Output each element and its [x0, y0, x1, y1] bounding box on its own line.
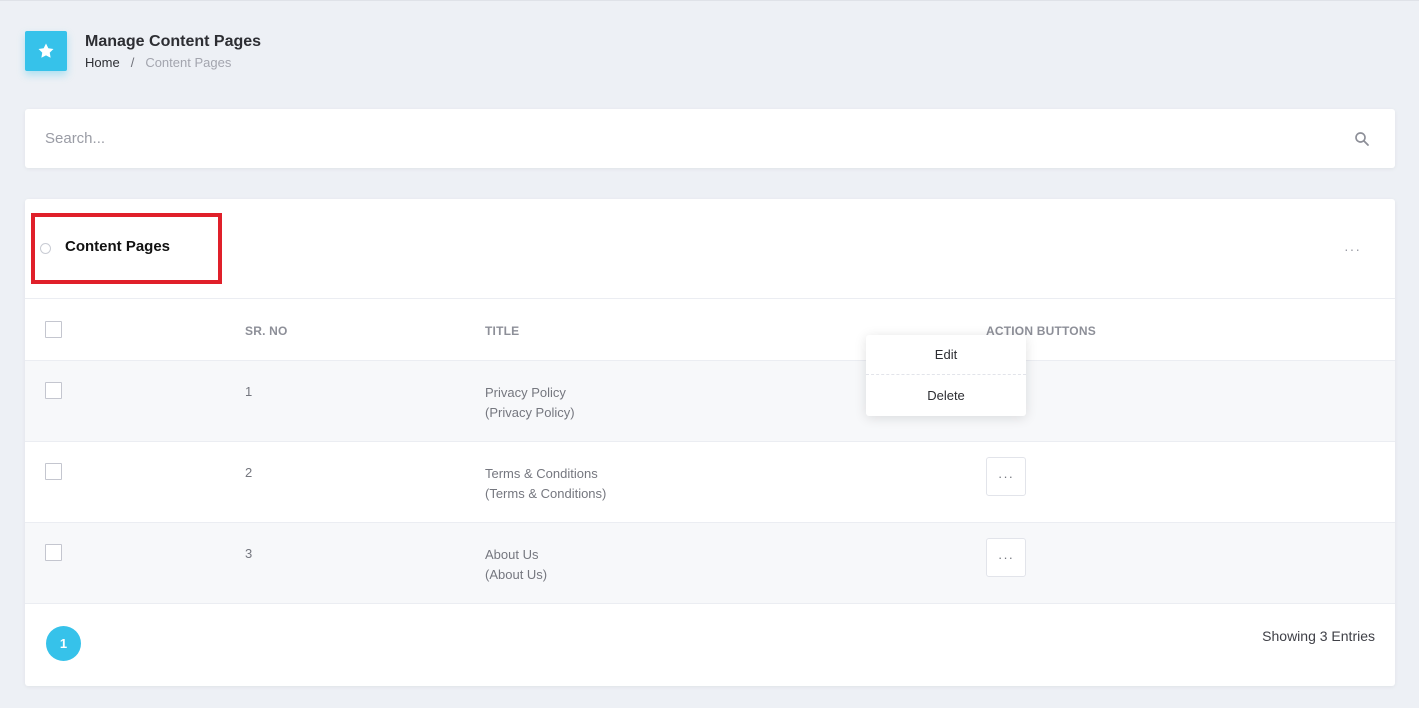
select-all-checkbox[interactable]	[45, 321, 62, 338]
circle-icon	[40, 243, 51, 254]
column-header-title: TITLE	[485, 324, 520, 338]
row-checkbox[interactable]	[45, 544, 62, 561]
row-sr-no: 1	[245, 384, 253, 399]
card-header: Content Pages ···	[25, 199, 1395, 299]
star-icon	[25, 31, 67, 71]
breadcrumb-separator: /	[130, 55, 135, 70]
table-header: SR. NO TITLE ACTION BUTTONS	[25, 299, 1395, 361]
card-title-highlight: Content Pages	[31, 213, 222, 284]
column-header-sr-no: SR. NO	[245, 324, 288, 338]
row-title: About Us	[485, 547, 539, 562]
content-pages-card: Content Pages ··· SR. NO TITLE ACTION BU…	[25, 199, 1395, 686]
row-action-dropdown: Edit Delete	[866, 335, 1026, 416]
row-checkbox[interactable]	[45, 463, 62, 480]
search-icon[interactable]	[1353, 130, 1371, 148]
card-title: Content Pages	[65, 238, 171, 255]
search-input[interactable]	[45, 109, 1325, 168]
page-header: Manage Content Pages Home / Content Page…	[25, 31, 261, 71]
delete-menu-item[interactable]: Delete	[866, 375, 1026, 415]
row-subtitle: (Privacy Policy)	[485, 405, 575, 420]
breadcrumb-current: Content Pages	[145, 55, 232, 70]
card-footer: 1 Showing 3 Entries	[25, 604, 1395, 686]
table-row: 2 Terms & Conditions (Terms & Conditions…	[25, 442, 1395, 523]
breadcrumb-home[interactable]: Home	[85, 55, 120, 70]
row-subtitle: (About Us)	[485, 567, 548, 582]
table-row: 1 Privacy Policy (Privacy Policy)	[25, 361, 1395, 442]
row-title: Terms & Conditions	[485, 466, 598, 481]
row-sr-no: 3	[245, 546, 253, 561]
row-subtitle: (Terms & Conditions)	[485, 486, 607, 501]
edit-menu-item[interactable]: Edit	[866, 335, 1026, 375]
breadcrumb: Home / Content Pages	[85, 55, 261, 70]
card-menu-button[interactable]: ···	[1344, 241, 1361, 257]
row-action-button[interactable]: ···	[986, 457, 1026, 496]
table-row: 3 About Us (About Us) ···	[25, 523, 1395, 604]
page-title: Manage Content Pages	[85, 33, 262, 50]
row-checkbox[interactable]	[45, 382, 62, 399]
row-action-button[interactable]: ···	[986, 538, 1026, 577]
search-card	[25, 109, 1395, 168]
row-sr-no: 2	[245, 465, 253, 480]
row-title: Privacy Policy	[485, 385, 566, 400]
pagination-page-1[interactable]: 1	[46, 626, 81, 661]
entries-count: Showing 3 Entries	[1262, 628, 1375, 644]
